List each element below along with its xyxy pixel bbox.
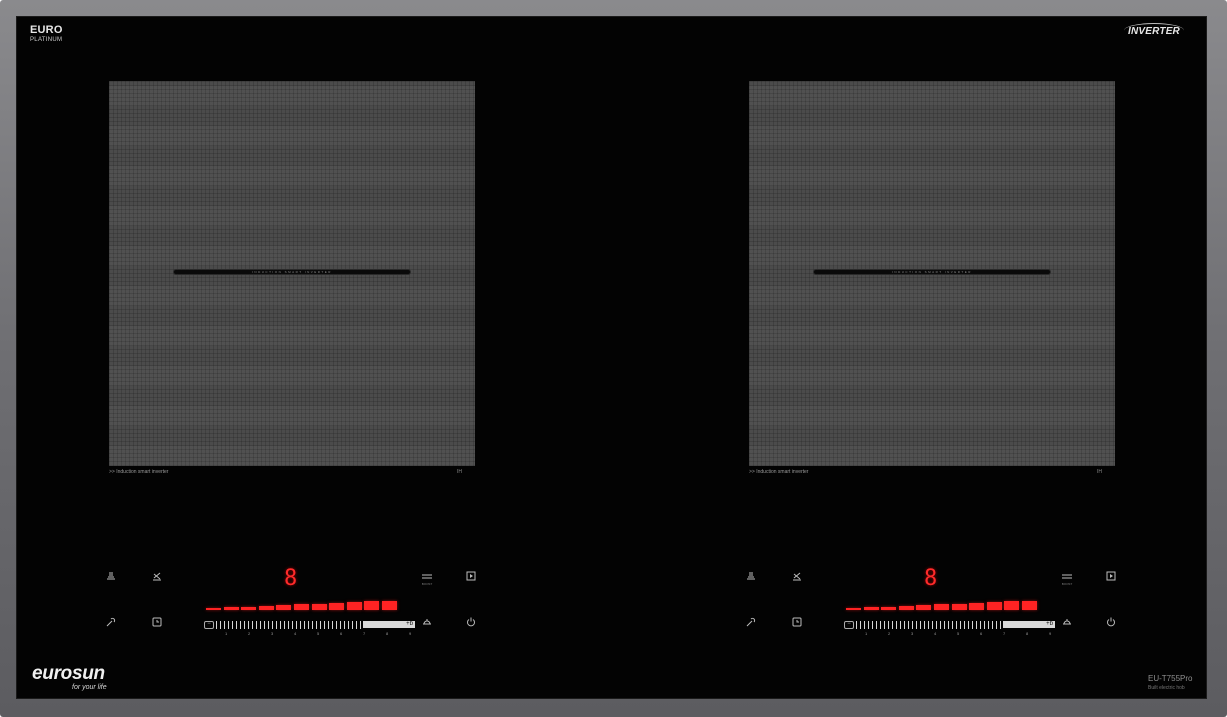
ramp-segment — [951, 603, 967, 610]
timer-icon[interactable] — [150, 616, 164, 628]
scale-8: 8 — [386, 631, 389, 636]
zone-caption-left: >> Induction smart inverter — [109, 469, 169, 475]
keep-warm-icon[interactable] — [104, 570, 118, 582]
zone-caption-right: >> Induction smart inverter — [749, 469, 809, 475]
lock-icon[interactable] — [744, 616, 758, 628]
power-ramp-right — [846, 600, 1040, 610]
scale-3: 3 — [271, 631, 274, 636]
boost-label: BOOST — [1061, 582, 1073, 586]
ramp-segment — [346, 602, 362, 610]
ramp-segment — [1004, 601, 1020, 610]
glass-surface: EURO PLATINUM INVERTER INDUCTION SMART I… — [16, 16, 1207, 699]
defrost-icon[interactable] — [150, 570, 164, 582]
pan-icon[interactable] — [1060, 616, 1074, 628]
power-slider-right[interactable]: − +b 1 2 3 4 5 6 7 8 9 — [844, 621, 1055, 636]
scale-1: 1 — [225, 631, 228, 636]
zone-bar-text-right: INDUCTION SMART INVERTER — [892, 270, 972, 274]
ramp-segment — [846, 608, 861, 610]
ramp-segment — [206, 608, 221, 610]
zone-bar-text-left: INDUCTION SMART INVERTER — [252, 270, 332, 274]
brand-euro-platinum: EURO PLATINUM — [30, 24, 63, 44]
scale-2: 2 — [248, 631, 251, 636]
slider-ticks — [216, 621, 362, 629]
ramp-segment — [1022, 600, 1037, 610]
scale-6: 6 — [340, 631, 343, 636]
power-slider-left[interactable]: − +b 1 2 3 4 5 6 7 8 9 — [204, 621, 415, 636]
scale-3: 3 — [911, 631, 914, 636]
zone-bar-left: INDUCTION SMART INVERTER — [174, 270, 410, 274]
boost-icon[interactable]: BOOST — [420, 570, 434, 586]
defrost-icon[interactable] — [790, 570, 804, 582]
logo-name: eurosun — [32, 663, 105, 684]
zone-bar-right: INDUCTION SMART INVERTER — [814, 270, 1050, 274]
scale-1: 1 — [865, 631, 868, 636]
scale-8: 8 — [1026, 631, 1029, 636]
scale-9: 9 — [1049, 631, 1052, 636]
slider-minus[interactable]: − — [204, 621, 214, 629]
brand-euro: EURO — [30, 24, 63, 36]
zone-mark-left: IH — [457, 469, 462, 475]
cooktop-frame: EURO PLATINUM INVERTER INDUCTION SMART I… — [0, 0, 1227, 717]
scale-2: 2 — [888, 631, 891, 636]
zone-mark-right: IH — [1097, 469, 1102, 475]
logo-tagline: for your life — [72, 684, 107, 691]
model-label: EU-T755Pro Built electric hob — [1148, 674, 1192, 691]
ramp-segment — [898, 605, 914, 610]
boost-icon[interactable]: BOOST — [1060, 570, 1074, 586]
power-level-display: 8 — [924, 566, 938, 591]
cooking-zone-right: INDUCTION SMART INVERTER — [749, 81, 1115, 466]
control-panel-right: 8 BOOST − +b 1 2 3 4 5 6 7 8 9 — [744, 564, 1124, 644]
scale-5: 5 — [317, 631, 320, 636]
pan-icon[interactable] — [420, 616, 434, 628]
slider-minus[interactable]: − — [844, 621, 854, 629]
ramp-segment — [311, 603, 327, 610]
ramp-segment — [986, 602, 1002, 610]
ramp-segment — [241, 606, 257, 610]
scale-4: 4 — [294, 631, 297, 636]
power-ramp-left — [206, 600, 400, 610]
control-panel-left: 8 BOOST − +b 1 2 3 4 5 6 7 8 9 — [104, 564, 484, 644]
ramp-segment — [276, 605, 292, 610]
ramp-segment — [934, 604, 949, 610]
scale-7: 7 — [363, 631, 366, 636]
ramp-segment — [294, 604, 309, 610]
ramp-segment — [969, 602, 985, 610]
brand-platinum: PLATINUM — [30, 37, 63, 43]
scale-6: 6 — [980, 631, 983, 636]
ramp-segment — [863, 607, 879, 610]
ramp-segment — [881, 606, 897, 610]
scale-9: 9 — [409, 631, 412, 636]
slider-boost[interactable]: +b — [363, 621, 415, 628]
scale-4: 4 — [934, 631, 937, 636]
ramp-segment — [258, 605, 274, 610]
lock-icon[interactable] — [104, 616, 118, 628]
model-sub: Built electric hob — [1148, 685, 1185, 691]
ramp-segment — [223, 607, 239, 610]
power-level-display: 8 — [284, 566, 298, 591]
keep-warm-icon[interactable] — [744, 570, 758, 582]
slider-boost[interactable]: +b — [1003, 621, 1055, 628]
ramp-segment — [916, 605, 932, 610]
pause-icon[interactable] — [1104, 570, 1118, 582]
power-icon[interactable] — [1104, 616, 1118, 628]
model-name: EU-T755Pro — [1148, 674, 1193, 683]
ramp-segment — [329, 602, 345, 610]
scale-5: 5 — [957, 631, 960, 636]
pause-icon[interactable] — [464, 570, 478, 582]
scale-7: 7 — [1003, 631, 1006, 636]
power-icon[interactable] — [464, 616, 478, 628]
cooking-zone-left: INDUCTION SMART INVERTER — [109, 81, 475, 466]
timer-icon[interactable] — [790, 616, 804, 628]
eurosun-logo: eurosun for your life — [32, 664, 107, 691]
brand-inverter: INVERTER — [1124, 23, 1184, 37]
slider-ticks — [856, 621, 1002, 629]
boost-label: BOOST — [421, 582, 433, 586]
ramp-segment — [364, 601, 380, 610]
ramp-segment — [382, 600, 397, 610]
